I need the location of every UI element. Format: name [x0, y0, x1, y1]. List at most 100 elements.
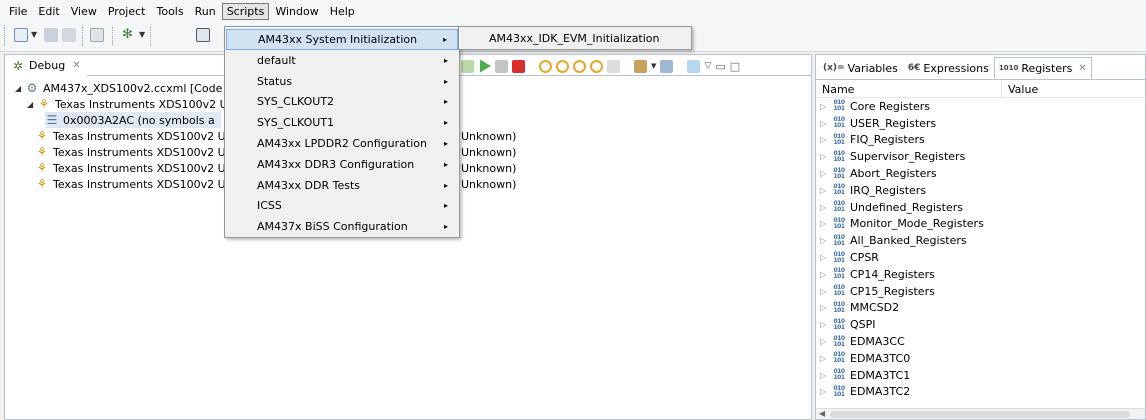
- table-row[interactable]: ▷ 010 101 CPSR: [816, 249, 1145, 266]
- table-row[interactable]: ▷ 010 101 Undefined_Registers: [816, 199, 1145, 216]
- collapsed-twisty-icon[interactable]: ▷: [820, 253, 832, 262]
- menu-item-am43xx-ddr3-configuration[interactable]: AM43xx DDR3 Configuration ▸: [226, 154, 458, 175]
- resume-icon[interactable]: [479, 59, 491, 73]
- table-row[interactable]: ▷ 010 101 EDMA3CC: [816, 333, 1145, 350]
- table-row[interactable]: ▷ 010 101 EDMA3TC2: [816, 384, 1145, 401]
- menu-file[interactable]: File: [4, 3, 32, 20]
- build-dropdown-arrow-icon[interactable]: ▼: [139, 30, 145, 39]
- minimize-icon[interactable]: ▭: [715, 60, 725, 73]
- menu-item-sys-clkout1[interactable]: SYS_CLKOUT1 ▸: [226, 112, 458, 133]
- collapsed-twisty-icon[interactable]: ▷: [820, 270, 832, 279]
- collapsed-twisty-icon[interactable]: ▷: [820, 135, 832, 144]
- menu-item-am43xx-ddr-tests[interactable]: AM43xx DDR Tests ▸: [226, 175, 458, 196]
- menu-scripts[interactable]: Scripts: [221, 2, 270, 20]
- collapsed-twisty-icon[interactable]: ▷: [820, 203, 832, 212]
- menu-item-am43xx-idk-evm-initialization[interactable]: AM43xx_IDK_EVM_Initialization: [489, 32, 660, 45]
- menu-window[interactable]: Window: [270, 3, 323, 20]
- tree-item[interactable]: ⚘ Texas Instruments XDS100v2 US: [35, 144, 233, 160]
- collapsed-twisty-icon[interactable]: ▷: [820, 387, 832, 396]
- scroll-left-icon[interactable]: ◀: [819, 409, 825, 418]
- collapsed-twisty-icon[interactable]: ▷: [820, 371, 832, 380]
- step-into-icon[interactable]: [539, 59, 552, 73]
- menu-item-am437x-biss-configuration[interactable]: AM437x BiSS Configuration ▸: [226, 216, 458, 237]
- table-row[interactable]: ▷ 010 101 CP14_Registers: [816, 266, 1145, 283]
- build-icon[interactable]: ✻: [122, 28, 136, 42]
- menu-help[interactable]: Help: [325, 3, 360, 20]
- collapsed-twisty-icon[interactable]: ▷: [820, 354, 832, 363]
- table-row[interactable]: ▷ 010 101 Abort_Registers: [816, 165, 1145, 182]
- menu-item-default[interactable]: default ▸: [226, 50, 458, 71]
- expressions-config-icon[interactable]: [660, 59, 674, 73]
- collapsed-twisty-icon[interactable]: ▷: [820, 152, 832, 161]
- collapsed-twisty-icon[interactable]: ▷: [820, 320, 832, 329]
- menu-view[interactable]: View: [66, 3, 102, 20]
- asm-step-icon[interactable]: [590, 59, 603, 73]
- scrollbar-thumb[interactable]: [830, 411, 1130, 418]
- collapsed-twisty-icon[interactable]: ▷: [820, 169, 832, 178]
- maximize-icon[interactable]: □: [730, 60, 740, 73]
- tab-debug[interactable]: ✲ Debug ✕: [5, 55, 87, 76]
- load-dropdown-arrow-icon[interactable]: ▼: [651, 62, 656, 70]
- collapsed-twisty-icon[interactable]: ▷: [820, 303, 832, 312]
- tree-item[interactable]: ⚘ Texas Instruments XDS100v2 US: [35, 176, 233, 192]
- expanded-twisty-icon[interactable]: ◢: [27, 100, 37, 109]
- tab-registers[interactable]: 1010 Registers ✕: [993, 57, 1092, 79]
- table-row[interactable]: ▷ 010 101 QSPI: [816, 316, 1145, 333]
- menu-project[interactable]: Project: [103, 3, 151, 20]
- collapsed-twisty-icon[interactable]: ▷: [820, 219, 832, 228]
- save-icon[interactable]: [44, 28, 58, 42]
- menu-tools[interactable]: Tools: [151, 3, 188, 20]
- table-row[interactable]: ▷ 010 101 EDMA3TC0: [816, 350, 1145, 367]
- table-row[interactable]: ▷ 010 101 Core Registers: [816, 98, 1145, 115]
- tree-item[interactable]: ◢ ⚙ AM437x_XDS100v2.ccxml [Code Co: [15, 80, 240, 96]
- tree-item[interactable]: ⚘ Texas Instruments XDS100v2 US: [35, 128, 233, 144]
- debug-config-icon[interactable]: [196, 28, 210, 42]
- load-program-icon[interactable]: [634, 59, 647, 73]
- column-header-value[interactable]: Value: [1002, 80, 1044, 97]
- remove-terminated-icon[interactable]: [461, 59, 474, 73]
- refresh-icon[interactable]: [687, 59, 701, 73]
- menu-item-am43xx-system-initialization[interactable]: AM43xx System Initialization ▸: [226, 29, 458, 50]
- close-icon[interactable]: ✕: [72, 60, 80, 71]
- step-over-icon[interactable]: [556, 59, 569, 73]
- collapsed-twisty-icon[interactable]: ▷: [820, 337, 832, 346]
- table-row[interactable]: ▷ 010 101 Monitor_Mode_Registers: [816, 216, 1145, 233]
- terminal-icon[interactable]: [90, 28, 104, 42]
- menu-item-sys-clkout2[interactable]: SYS_CLKOUT2 ▸: [226, 91, 458, 112]
- save-all-icon[interactable]: [62, 28, 76, 42]
- menu-item-am43xx-lpddr2-configuration[interactable]: AM43xx LPDDR2 Configuration ▸: [226, 133, 458, 154]
- menu-edit[interactable]: Edit: [33, 3, 64, 20]
- collapsed-twisty-icon[interactable]: ▷: [820, 119, 832, 128]
- collapsed-twisty-icon[interactable]: ▷: [820, 287, 832, 296]
- collapsed-twisty-icon[interactable]: ▷: [820, 236, 832, 245]
- horizontal-scrollbar[interactable]: ◀: [816, 408, 1145, 419]
- tree-item[interactable]: ☰ 0x0003A2AC (no symbols a: [45, 112, 221, 128]
- table-row[interactable]: ▷ 010 101 MMCSD2: [816, 300, 1145, 317]
- menu-item-icss[interactable]: ICSS ▸: [226, 195, 458, 216]
- column-header-name[interactable]: Name: [816, 80, 1002, 97]
- collapsed-twisty-icon[interactable]: ▷: [820, 186, 832, 195]
- expanded-twisty-icon[interactable]: ◢: [15, 84, 25, 93]
- tree-item[interactable]: ◢ ⚘ Texas Instruments XDS100v2 US: [27, 96, 235, 112]
- reset-icon[interactable]: [607, 59, 620, 73]
- table-row[interactable]: ▷ 010 101 All_Banked_Registers: [816, 232, 1145, 249]
- menu-run[interactable]: Run: [190, 3, 221, 20]
- table-row[interactable]: ▷ 010 101 Supervisor_Registers: [816, 148, 1145, 165]
- tree-item[interactable]: ⚘ Texas Instruments XDS100v2 US: [35, 160, 233, 176]
- collapsed-twisty-icon[interactable]: ▷: [820, 102, 832, 111]
- table-row[interactable]: ▷ 010 101 FIQ_Registers: [816, 132, 1145, 149]
- table-row[interactable]: ▷ 010 101 USER_Registers: [816, 115, 1145, 132]
- step-return-icon[interactable]: [573, 59, 586, 73]
- view-menu-icon[interactable]: ▽: [704, 61, 711, 71]
- table-row[interactable]: ▷ 010 101 IRQ_Registers: [816, 182, 1145, 199]
- close-icon[interactable]: ✕: [1078, 63, 1086, 74]
- terminate-icon[interactable]: [512, 59, 525, 73]
- menu-item-status[interactable]: Status ▸: [226, 71, 458, 92]
- tab-expressions[interactable]: 6€ Expressions: [903, 57, 994, 79]
- table-row[interactable]: ▷ 010 101 EDMA3TC1: [816, 367, 1145, 384]
- tab-variables[interactable]: (x)= Variables: [818, 57, 903, 79]
- new-dropdown-arrow-icon[interactable]: ▼: [31, 30, 37, 39]
- suspend-icon[interactable]: [495, 59, 508, 73]
- table-row[interactable]: ▷ 010 101 CP15_Registers: [816, 283, 1145, 300]
- new-icon[interactable]: [14, 28, 28, 42]
